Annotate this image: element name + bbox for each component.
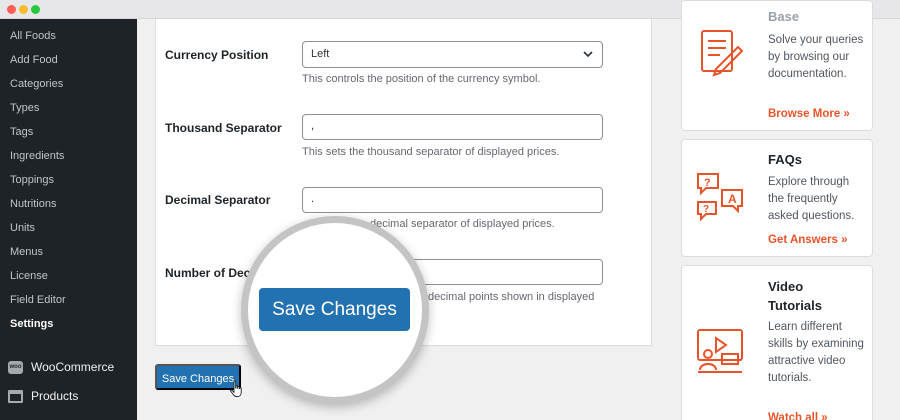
watch-all-link[interactable]: Watch all » [768,412,828,420]
currency-position-select[interactable]: Left [302,41,603,68]
thousand-separator-label: Thousand Separator [165,121,282,135]
faq-bubbles-icon: ? A ? [697,173,743,222]
minimize-window-button[interactable] [19,5,28,14]
currency-position-description: This controls the position of the curren… [302,73,541,85]
help-card-text: Solve your queries by browsing our docum… [768,34,864,80]
decimal-separator-description: decimal separator of displayed prices. [370,218,555,230]
number-of-decimals-description: decimal points shown in displayed [428,291,595,303]
decimal-separator-value: . [311,193,315,205]
sidebar-item-toppings[interactable]: Toppings [10,174,54,186]
thousand-separator-description: This sets the thousand separator of disp… [302,146,560,158]
chevron-down-icon [583,51,593,58]
woocommerce-icon: woo [8,361,23,374]
close-window-button[interactable] [7,5,16,14]
sidebar-menu-label: WooCommerce [31,360,115,374]
sidebar-menu-woocommerce[interactable]: woo WooCommerce [0,356,137,382]
hand-cursor-icon [230,380,242,397]
magnifier-overlay: Save Changes [241,216,429,404]
sidebar-menu-label: Products [31,389,79,403]
sidebar-item-menus[interactable]: Menus [10,246,43,258]
decimal-separator-label: Decimal Separator [165,193,271,207]
sidebar-item-field-editor[interactable]: Field Editor [10,294,66,306]
sidebar-menu-products[interactable]: Products [0,385,137,411]
thousand-separator-value: , [311,120,315,132]
sidebar-item-settings[interactable]: Settings [10,318,53,330]
help-card-title: Base [768,9,800,24]
get-answers-link[interactable]: Get Answers » [768,234,847,246]
document-edit-icon [701,30,744,77]
number-of-decimals-label: Number of Dec [165,266,251,280]
help-card-text: Explore through the frequently asked que… [768,176,855,222]
sidebar-item-tags[interactable]: Tags [10,126,33,138]
sidebar-item-categories[interactable]: Categories [10,78,63,90]
svg-text:?: ? [704,177,711,189]
currency-position-label: Currency Position [165,48,269,62]
sidebar-item-ingredients[interactable]: Ingredients [10,150,64,162]
help-card-title: FAQs [768,152,802,167]
magnified-save-changes-button[interactable]: Save Changes [259,288,410,331]
sidebar-item-types[interactable]: Types [10,102,39,114]
video-tutorial-icon [697,329,743,373]
sidebar-item-license[interactable]: License [10,270,48,282]
svg-text:A: A [728,192,737,206]
decimal-separator-input[interactable]: . [302,187,603,213]
sidebar-item-nutritions[interactable]: Nutritions [10,198,56,210]
products-icon [8,390,23,403]
sidebar-item-units[interactable]: Units [10,222,35,234]
help-card-faqs: ? A ? FAQs Explore through the frequentl… [681,139,873,257]
sidebar-item-all-foods[interactable]: All Foods [10,30,56,42]
sidebar-item-add-food[interactable]: Add Food [10,54,58,66]
help-card-documentation: Base Solve your queries by browsing our … [681,0,873,131]
help-card-text: Learn different skills by examining attr… [768,321,864,384]
help-card-video-tutorials: Video Tutorials Learn different skills b… [681,265,873,420]
thousand-separator-input[interactable]: , [302,114,603,140]
svg-text:?: ? [703,204,709,215]
admin-sidebar: All Foods Add Food Categories Types Tags… [0,19,137,420]
browse-more-link[interactable]: Browse More » [768,108,850,120]
currency-position-value: Left [311,48,330,60]
help-card-title: Video Tutorials [768,279,822,313]
maximize-window-button[interactable] [31,5,40,14]
